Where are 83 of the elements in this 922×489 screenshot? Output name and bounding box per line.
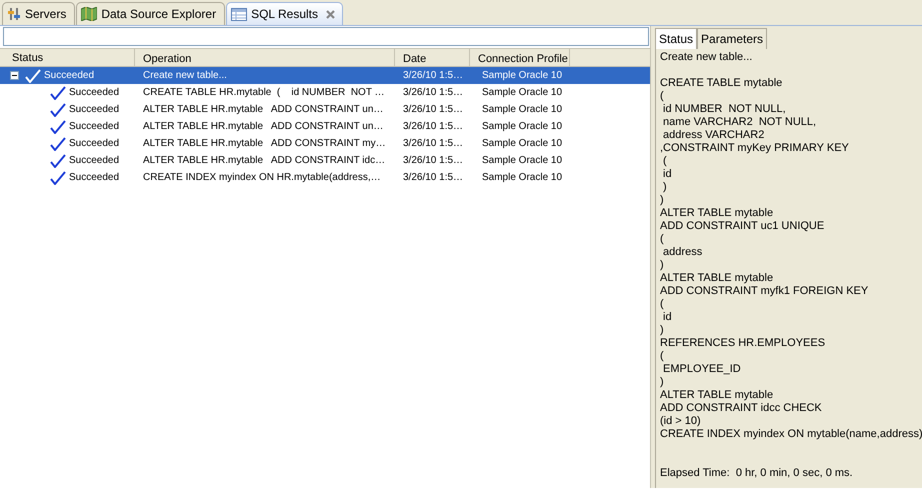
sql-line: id — [662, 168, 673, 181]
sql-line: CREATE INDEX myindex ON mytable(name,address) — [660, 428, 922, 441]
sql-line: id NUMBER NOT NULL, — [662, 103, 787, 116]
sql-line: ( — [660, 350, 665, 363]
checkmark-icon — [50, 170, 66, 184]
sql-line: ) — [660, 194, 665, 207]
operation-cell-text: Create new table... — [142, 69, 228, 83]
table-icon — [231, 8, 248, 20]
status-text: Succeeded — [69, 120, 120, 134]
sql-line: ) — [660, 259, 665, 272]
profile-cell-text: Sample Oracle 10 — [481, 171, 564, 185]
sql-line: (id > 10) — [660, 415, 702, 428]
operation-cell-text: CREATE TABLE HR.mytable ( id NUMBER NOT … — [142, 86, 386, 100]
view-tab[interactable]: Servers — [2, 2, 76, 25]
date-cell-text: 3/26/10 1:5… — [402, 154, 464, 168]
table-row[interactable]: Succeeded ALTER TABLE HR.mytable ADD CONSTRAINT my… 3/26/10 1:5… Sample Oracle 10 — [0, 135, 650, 152]
servers-icon — [7, 7, 21, 21]
operation-cell-text: CREATE INDEX myindex ON HR.mytable(address,… — [142, 171, 382, 185]
sql-line: ALTER TABLE mytable — [660, 207, 774, 220]
sql-line: EMPLOYEE_ID — [662, 363, 742, 376]
table-row[interactable]: Succeeded ALTER TABLE HR.mytable ADD CONSTRAINT idc… 3/26/10 1:5… Sample Oracle 10 — [0, 152, 650, 169]
sql-line: ) — [660, 376, 665, 389]
sql-line: id — [662, 311, 673, 324]
operation-cell-text: ALTER TABLE HR.mytable ADD CONSTRAINT un… — [142, 103, 384, 117]
profile-cell-text: Sample Oracle 10 — [481, 86, 564, 100]
checkmark-icon — [50, 102, 66, 116]
status-text: Succeeded — [69, 137, 120, 151]
status-text: Succeeded — [69, 171, 120, 185]
sql-line: ( — [660, 90, 665, 103]
view-tab[interactable]: Data Source Explorer — [76, 2, 226, 25]
checkmark-icon — [50, 154, 66, 168]
sql-line: ADD CONSTRAINT myfk1 FOREIGN KEY — [660, 285, 870, 298]
operation-cell-text: ALTER TABLE HR.mytable ADD CONSTRAINT my… — [142, 137, 387, 151]
table-row[interactable]: Succeeded ALTER TABLE HR.mytable ADD CONSTRAINT un… 3/26/10 1:5… Sample Oracle 10 — [0, 101, 650, 118]
collapse-icon[interactable] — [10, 71, 19, 80]
sql-line: ADD CONSTRAINT idcc CHECK — [660, 402, 823, 415]
date-cell-text: 3/26/10 1:5… — [402, 137, 464, 151]
operation-cell-text: ALTER TABLE HR.mytable ADD CONSTRAINT un… — [142, 120, 384, 134]
operation-cell-text: ALTER TABLE HR.mytable ADD CONSTRAINT idc… — [142, 154, 386, 168]
status-text: Succeeded — [69, 154, 120, 168]
table-row[interactable]: Succeeded CREATE INDEX myindex ON HR.mytable(address,… 3/26/10 1:5… Sample Oracle 10 — [0, 169, 650, 186]
profile-cell-text: Sample Oracle 10 — [481, 154, 564, 168]
filter-field[interactable] — [3, 27, 649, 46]
sql-line: ( — [662, 155, 668, 168]
checkmark-icon — [50, 86, 66, 100]
close-icon[interactable] — [325, 9, 336, 20]
sql-line: address VARCHAR2 — [662, 129, 766, 142]
elapsed-time-text: Elapsed Time: 0 hr, 0 min, 0 sec, 0 ms. — [660, 467, 854, 480]
table-row[interactable]: Succeeded ALTER TABLE HR.mytable ADD CONSTRAINT un… 3/26/10 1:5… Sample Oracle 10 — [0, 118, 650, 135]
sql-line: ,CONSTRAINT myKey PRIMARY KEY — [660, 142, 850, 155]
date-cell-text: 3/26/10 1:5… — [402, 69, 464, 83]
sql-line: ALTER TABLE mytable — [660, 389, 774, 402]
table-row[interactable]: Succeeded CREATE TABLE HR.mytable ( id NUMBER NOT … 3/26/10 1:5… Sample Oracle 10 — [0, 84, 650, 101]
status-text: Succeeded — [69, 86, 120, 100]
profile-cell-text: Sample Oracle 10 — [481, 103, 564, 117]
profile-cell-text: Sample Oracle 10 — [481, 120, 564, 134]
sql-line: ALTER TABLE mytable — [660, 272, 774, 285]
summary-text: Create new table... — [660, 51, 754, 64]
sql-line: ADD CONSTRAINT uc1 UNIQUE — [660, 220, 826, 233]
profile-cell-text: Sample Oracle 10 — [481, 69, 564, 83]
checkmark-icon — [25, 68, 41, 82]
date-cell-text: 3/26/10 1:5… — [402, 171, 464, 185]
sql-line: ( — [660, 233, 665, 246]
date-cell-text: 3/26/10 1:5… — [402, 103, 464, 117]
status-text: Succeeded — [69, 103, 120, 117]
status-text: Succeeded — [44, 69, 94, 83]
sql-line: name VARCHAR2 NOT NULL, — [662, 116, 818, 129]
panel-tab[interactable]: Status — [655, 28, 698, 49]
sql-line: ( — [660, 298, 665, 311]
sql-line: ) — [660, 324, 665, 337]
selected-row[interactable]: Succeeded Create new table... 3/26/10 1:5… Sample Oracle 10 — [0, 67, 650, 84]
sql-line: REFERENCES HR.EMPLOYEES — [660, 337, 826, 350]
view-tab[interactable]: SQL Results — [226, 2, 343, 25]
panel-tab[interactable]: Parameters — [697, 28, 768, 49]
sql-line: ) — [662, 181, 668, 194]
date-cell-text: 3/26/10 1:5… — [402, 86, 464, 100]
profile-cell-text: Sample Oracle 10 — [481, 137, 564, 151]
checkmark-icon — [50, 136, 66, 150]
checkmark-icon — [50, 120, 66, 134]
sql-line: CREATE TABLE mytable — [660, 77, 784, 90]
date-cell-text: 3/26/10 1:5… — [402, 120, 464, 134]
sql-line: address — [662, 246, 704, 259]
map-icon — [81, 7, 98, 21]
